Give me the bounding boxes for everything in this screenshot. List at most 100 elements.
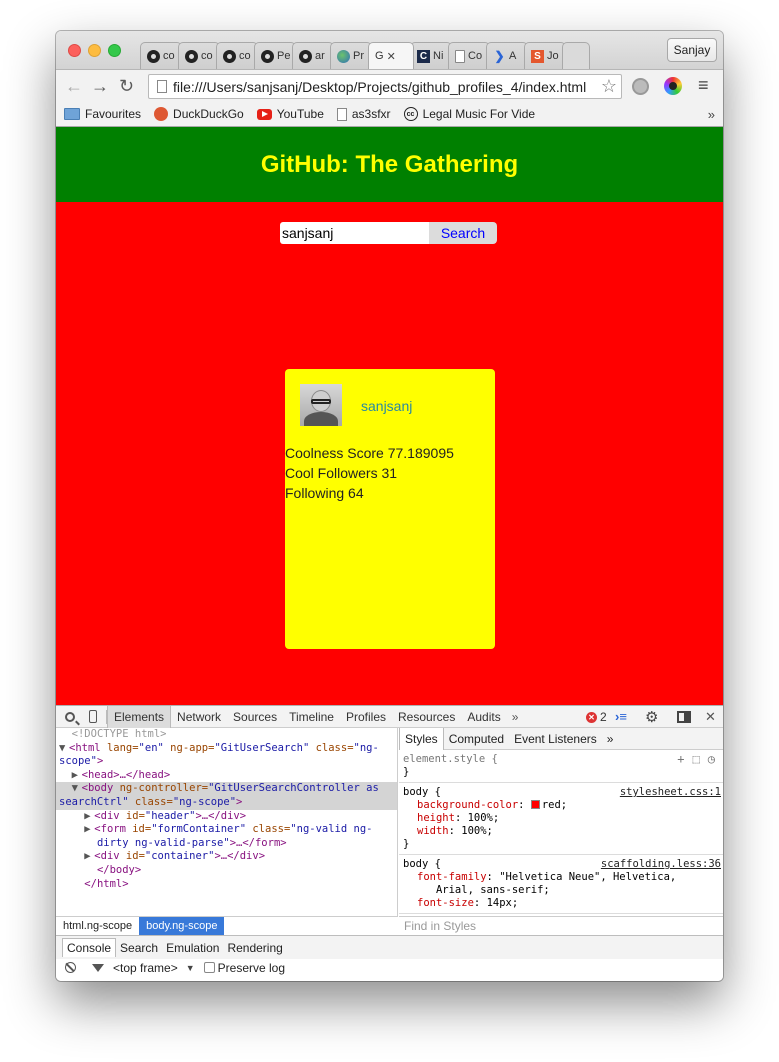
- source-link[interactable]: scaffolding.less:36: [601, 858, 721, 871]
- filter-icon[interactable]: [92, 963, 104, 972]
- devtools-more-tabs[interactable]: »: [507, 710, 524, 724]
- element-style-rule[interactable]: element.style { } + ⬚ ◷: [399, 750, 723, 783]
- menu-icon[interactable]: ≡: [698, 75, 709, 96]
- preserve-log-checkbox[interactable]: [203, 962, 215, 973]
- devtools-tab-sources[interactable]: Sources: [227, 706, 283, 728]
- css-rule[interactable]: body { stylesheet.css:1 background-color…: [399, 783, 723, 855]
- bookmark-favourites[interactable]: Favourites: [64, 107, 141, 121]
- tab-styles[interactable]: Styles: [399, 728, 444, 750]
- bookmark-as3sfxr[interactable]: as3sfxr: [336, 107, 391, 121]
- browser-tab[interactable]: C Ni: [410, 42, 452, 69]
- browser-tab[interactable]: ar: [292, 42, 334, 69]
- bookmark-legal-music[interactable]: cc Legal Music For Vide: [403, 107, 535, 121]
- browser-tab[interactable]: co: [178, 42, 220, 69]
- tab-search[interactable]: Search: [116, 938, 162, 957]
- browser-tab-active[interactable]: G ✕: [368, 42, 414, 69]
- more-bookmarks-button[interactable]: »: [708, 107, 715, 122]
- css-rule[interactable]: body { scaffolding.less:36 font-family: …: [399, 855, 723, 914]
- c-logo-icon: C: [417, 49, 430, 63]
- source-link[interactable]: stylesheet.css:1: [620, 786, 721, 799]
- browser-tab[interactable]: Pe: [254, 42, 296, 69]
- dom-node[interactable]: ▼ <html lang="en" ng-app="GitUserSearch" …: [56, 742, 397, 756]
- window-maximize-button[interactable]: [108, 44, 121, 57]
- close-tab-icon[interactable]: ✕: [387, 50, 396, 63]
- github-icon: [147, 49, 160, 63]
- tab-console[interactable]: Console: [62, 938, 117, 957]
- device-mode-icon[interactable]: [89, 710, 97, 723]
- devtools-tab-network[interactable]: Network: [171, 706, 227, 728]
- globe-icon: [337, 49, 350, 63]
- preserve-log-label: Preserve log: [217, 960, 286, 975]
- window-minimize-button[interactable]: [88, 44, 101, 57]
- browser-tab[interactable]: co: [216, 42, 258, 69]
- clear-console-icon[interactable]: [65, 962, 76, 973]
- dom-node[interactable]: ▶ <form id="formContainer" class="ng-vali…: [56, 823, 397, 837]
- duckduckgo-icon: [154, 107, 169, 121]
- inspect-search-icon[interactable]: [65, 711, 75, 722]
- gear-icon[interactable]: ⚙: [645, 708, 658, 726]
- browser-tab[interactable]: S Jo: [524, 42, 566, 69]
- cool-followers: Cool Followers 31: [285, 465, 398, 481]
- tab-emulation[interactable]: Emulation: [162, 938, 223, 957]
- username-link[interactable]: sanjsanj: [361, 398, 412, 414]
- dom-node[interactable]: ▶ <head>…</head>: [56, 769, 397, 783]
- reload-icon[interactable]: ↻: [119, 76, 134, 96]
- styles-more-tabs[interactable]: »: [602, 728, 619, 750]
- dom-tree: <!DOCTYPE html> ▼ <html lang="en" ng-app=…: [56, 728, 398, 916]
- browser-tab[interactable]: Pr: [330, 42, 372, 69]
- extension-icon[interactable]: [632, 78, 649, 95]
- bookmark-star-icon[interactable]: ☆: [601, 76, 617, 97]
- address-bar[interactable]: file:///Users/sanjsanj/Desktop/Projects/…: [148, 74, 622, 99]
- browser-tab[interactable]: Co: [448, 42, 490, 69]
- address-text[interactable]: file:///Users/sanjsanj/Desktop/Projects/…: [173, 79, 601, 95]
- devtools-tab-resources[interactable]: Resources: [392, 706, 461, 728]
- tab-computed[interactable]: Computed: [444, 728, 509, 750]
- chevron-down-icon[interactable]: ▼: [186, 963, 195, 973]
- breadcrumb: html.ng-scope body.ng-scope: [56, 916, 398, 936]
- dom-node[interactable]: ▶ <div id="container">…</div>: [56, 850, 397, 864]
- dom-node[interactable]: <!DOCTYPE html>: [56, 728, 397, 742]
- console-drawer-icon[interactable]: ›≡: [615, 709, 627, 724]
- devtools-tab-timeline[interactable]: Timeline: [283, 706, 340, 728]
- color-swatch[interactable]: [530, 800, 540, 809]
- page-icon: [157, 80, 167, 93]
- arrow-logo-icon: ❯: [494, 49, 505, 63]
- dock-side-icon[interactable]: [677, 711, 691, 723]
- dom-node[interactable]: ▶ <div id="header">…</div>: [56, 810, 397, 824]
- document-icon: [455, 49, 465, 63]
- search-input[interactable]: [280, 222, 429, 244]
- close-icon[interactable]: ✕: [705, 709, 716, 725]
- find-in-styles-input[interactable]: Find in Styles: [399, 916, 723, 935]
- element-state-icon[interactable]: ⬚: [693, 753, 700, 766]
- browser-tab[interactable]: ❯ A: [486, 42, 528, 69]
- search-button[interactable]: Search: [429, 222, 497, 244]
- tab-event-listeners[interactable]: Event Listeners: [509, 728, 602, 750]
- animations-icon[interactable]: ◷: [708, 753, 715, 766]
- forward-arrow-icon[interactable]: →: [91, 76, 109, 96]
- devtools-tab-profiles[interactable]: Profiles: [340, 706, 392, 728]
- devtools-tab-audits[interactable]: Audits: [461, 706, 506, 728]
- frame-selector[interactable]: <top frame>: [113, 961, 178, 975]
- devtools-panel: Elements Network Sources Timeline Profil…: [56, 705, 723, 981]
- bookmarks-bar: Favourites DuckDuckGo YouTube as3sfxr cc…: [56, 102, 723, 127]
- user-card: sanjsanj Coolness Score 77.189095 Cool F…: [285, 369, 495, 649]
- window-close-button[interactable]: [68, 44, 81, 57]
- color-picker-extension-icon[interactable]: [664, 77, 682, 95]
- user-stats: Coolness Score 77.189095 Cool Followers …: [285, 443, 454, 503]
- new-rule-icon[interactable]: +: [677, 753, 684, 766]
- devtools-tab-elements[interactable]: Elements: [107, 705, 172, 728]
- browser-tab[interactable]: co: [140, 42, 182, 69]
- breadcrumb-item[interactable]: html.ng-scope: [56, 917, 139, 936]
- new-tab-button[interactable]: [562, 42, 590, 69]
- back-arrow-icon[interactable]: ←: [65, 76, 83, 96]
- s-logo-icon: S: [531, 49, 544, 63]
- dom-node-selected[interactable]: ▼ <body ng-controller="GitUserSearchContr…: [56, 782, 397, 796]
- tab-rendering[interactable]: Rendering: [223, 938, 286, 957]
- bookmark-youtube[interactable]: YouTube: [256, 107, 324, 121]
- document-icon: [336, 107, 347, 121]
- page-header: GitHub: The Gathering: [56, 127, 723, 202]
- profile-button[interactable]: Sanjay: [667, 38, 717, 62]
- error-counter[interactable]: ✕ 2: [586, 710, 607, 724]
- bookmark-duckduckgo[interactable]: DuckDuckGo: [154, 107, 244, 121]
- breadcrumb-item-active[interactable]: body.ng-scope: [139, 916, 225, 936]
